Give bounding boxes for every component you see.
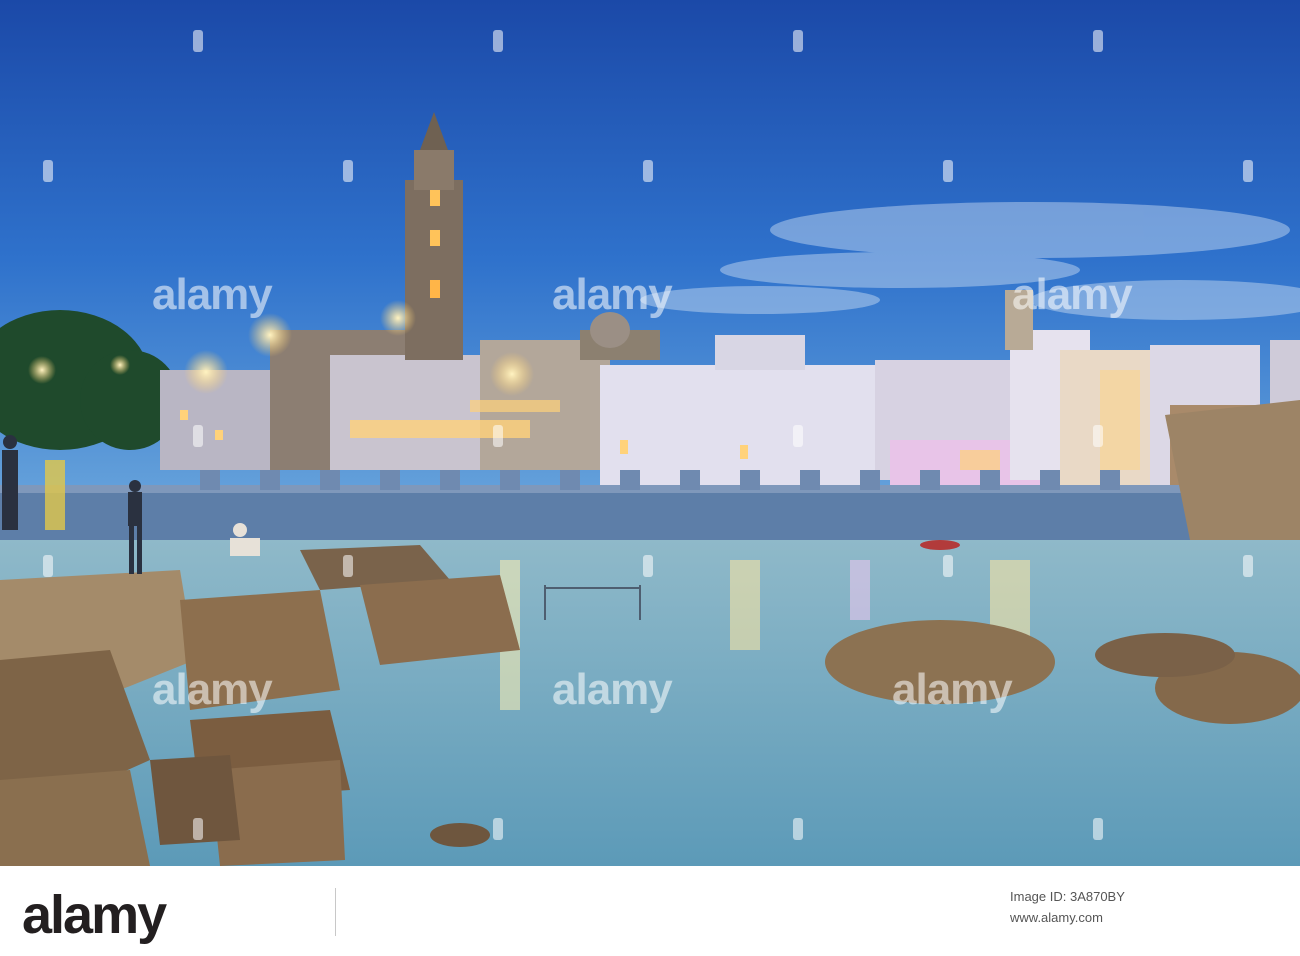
photo: alamy alamy alamy alamy alamy alamy: [0, 0, 1300, 866]
watermark-mark: [343, 160, 353, 182]
footer-bar: alamy: [0, 866, 1300, 956]
image-id-label: Image ID: 3A870BY: [1010, 889, 1125, 904]
watermark-mark: [343, 555, 353, 577]
watermark-mark: [193, 818, 203, 840]
watermark-mark: [643, 555, 653, 577]
watermark-mark: [943, 555, 953, 577]
watermark-mark: [1093, 818, 1103, 840]
watermark-mark: [193, 425, 203, 447]
watermark-mark: [643, 160, 653, 182]
watermark-text: alamy: [1012, 270, 1133, 319]
watermark-mark: [493, 30, 503, 52]
watermark-mark: [793, 30, 803, 52]
brand-logo[interactable]: alamy: [22, 884, 167, 946]
watermark-text: alamy: [892, 665, 1013, 714]
watermark-mark: [43, 555, 53, 577]
watermark-mark: [1243, 555, 1253, 577]
watermark-text: alamy: [552, 270, 673, 319]
watermark-mark: [1093, 30, 1103, 52]
watermark-mark: [1243, 160, 1253, 182]
watermark-mark: [1093, 425, 1103, 447]
watermark-mark: [43, 160, 53, 182]
seawall: [0, 490, 1240, 545]
watermark-text: alamy: [152, 665, 273, 714]
watermark-mark: [793, 818, 803, 840]
watermark-text: alamy: [152, 270, 273, 319]
watermark-text: alamy: [552, 665, 673, 714]
watermark-mark: [493, 818, 503, 840]
footer-divider: [335, 888, 336, 936]
site-url[interactable]: www.alamy.com: [1010, 910, 1103, 925]
watermark-mark: [793, 425, 803, 447]
watermark-mark: [193, 30, 203, 52]
watermark-mark: [493, 425, 503, 447]
small-boat: [920, 540, 960, 550]
watermark-mark: [943, 160, 953, 182]
